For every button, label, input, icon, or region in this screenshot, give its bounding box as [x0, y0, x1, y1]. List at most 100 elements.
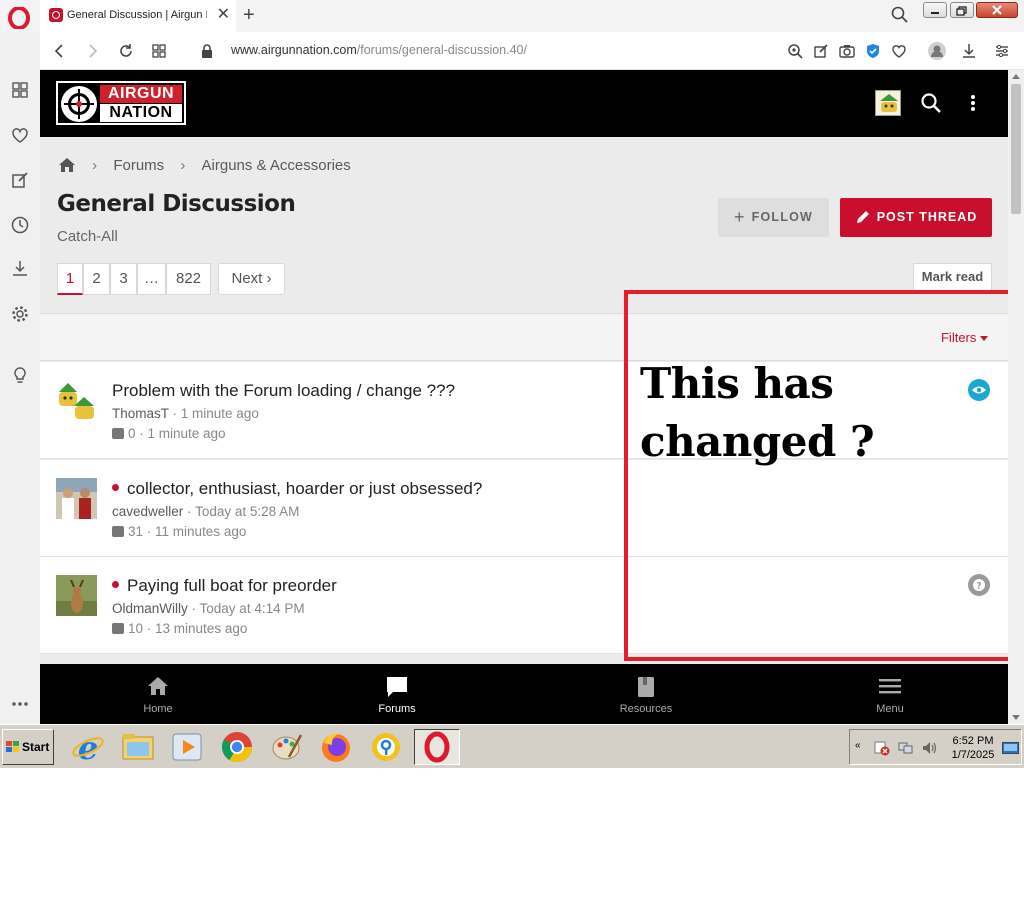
network-icon[interactable]	[898, 740, 914, 756]
tips-lightbulb-icon[interactable]	[10, 365, 30, 385]
scroll-thumb[interactable]	[1011, 84, 1021, 214]
site-logo[interactable]: AIRGUN NATION	[56, 81, 186, 125]
user-avatar[interactable]	[875, 90, 901, 116]
heart-icon[interactable]	[890, 42, 908, 60]
keepass-icon[interactable]	[368, 729, 404, 765]
internet-explorer-icon[interactable]: e	[70, 729, 106, 765]
opera-logo-icon[interactable]	[8, 7, 30, 29]
media-player-icon[interactable]	[169, 729, 205, 765]
next-page-button[interactable]: Next ›	[218, 263, 285, 295]
thread-last-post-time[interactable]: 1 minute ago	[148, 426, 226, 441]
tab-search-icon[interactable]	[890, 5, 910, 25]
mark-read-button[interactable]: Mark read	[913, 263, 992, 291]
breadcrumb-forums-link[interactable]: Forums	[113, 157, 164, 174]
window-restore-button[interactable]	[950, 2, 974, 18]
thread-title-link[interactable]: Paying full boat for preorder	[112, 576, 337, 596]
downloads-icon[interactable]	[10, 258, 30, 278]
bottom-nav-menu[interactable]: Menu	[830, 664, 950, 724]
thread-title-link[interactable]: collector, enthusiast, hoarder or just o…	[112, 479, 482, 499]
logo-text-bottom: NATION	[100, 104, 182, 122]
pinboard-icon[interactable]	[10, 170, 30, 190]
forward-icon[interactable]	[83, 42, 101, 60]
thread-last-post-time[interactable]: 13 minutes ago	[155, 621, 247, 636]
site-more-menu-icon[interactable]	[964, 92, 982, 114]
clock-date[interactable]: 1/7/2025	[950, 749, 996, 761]
shield-icon[interactable]	[864, 42, 882, 60]
thread-title-text: Paying full boat for preorder	[127, 576, 337, 595]
lock-icon[interactable]	[198, 42, 216, 60]
url-field[interactable]: www.airgunnation.com/forums/general-disc…	[231, 43, 527, 57]
thread-reply-count: 0	[128, 426, 136, 441]
speed-dial-icon[interactable]	[10, 80, 30, 100]
page-link-2[interactable]: 2	[83, 263, 110, 295]
follow-button[interactable]: + FOLLOW	[718, 198, 829, 237]
thread-reply-count: 10	[128, 621, 144, 636]
bookmarks-heart-icon[interactable]	[10, 125, 30, 145]
page-scrollbar[interactable]	[1008, 70, 1024, 724]
edit-icon[interactable]	[812, 42, 830, 60]
bottom-nav-resources[interactable]: Resources	[586, 664, 706, 724]
thread-author-link[interactable]: OldmanWilly	[112, 601, 188, 616]
thread-meta: cavedweller · Today at 5:28 AM	[112, 504, 300, 519]
chat-icon	[387, 677, 407, 697]
file-explorer-icon[interactable]	[120, 729, 156, 765]
window-minimize-button[interactable]	[923, 2, 947, 18]
thread-meta: OldmanWilly · Today at 4:14 PM	[112, 601, 305, 616]
taskbar-opera-button[interactable]	[414, 729, 460, 765]
thread-title-link[interactable]: Problem with the Forum loading / change …	[112, 381, 455, 401]
clock-time[interactable]: 6:52 PM	[952, 735, 994, 747]
post-thread-button[interactable]: POST THREAD	[840, 198, 992, 237]
settings-gear-icon[interactable]	[10, 304, 30, 324]
thread-author-avatar[interactable]	[56, 478, 97, 519]
bottom-nav-home[interactable]: Home	[98, 664, 218, 724]
thread-author-link[interactable]: cavedweller	[112, 504, 183, 519]
breadcrumb-home-icon[interactable]	[58, 157, 76, 173]
scroll-up-arrow-icon[interactable]	[1012, 74, 1020, 79]
browser-sidebar	[0, 32, 40, 724]
tab-close-icon[interactable]: ✕	[217, 6, 230, 24]
page-link-last[interactable]: 822	[166, 263, 211, 295]
url-path: /forums/general-discussion.40/	[356, 43, 527, 57]
download-icon[interactable]	[960, 42, 978, 60]
camera-icon[interactable]	[838, 42, 856, 60]
zoom-icon[interactable]	[786, 42, 804, 60]
site-search-icon[interactable]	[920, 92, 942, 114]
thread-stats: 10 · 13 minutes ago	[112, 621, 247, 636]
firefox-icon[interactable]	[318, 729, 354, 765]
thread-author-avatar[interactable]	[56, 575, 97, 616]
tab-title: General Discussion | Airgun N	[67, 9, 207, 21]
start-button[interactable]: Start	[2, 729, 54, 765]
easy-setup-icon[interactable]	[993, 42, 1011, 60]
windows-flag-icon	[6, 741, 19, 752]
browser-tab[interactable]: General Discussion | Airgun N ✕	[40, 0, 236, 32]
annotation-highlight-box	[624, 290, 1008, 661]
bottom-nav-forums[interactable]: Forums	[337, 664, 457, 724]
reload-icon[interactable]	[117, 42, 135, 60]
show-desktop-icon[interactable]	[1002, 742, 1019, 755]
paint-icon[interactable]	[269, 729, 305, 765]
thread-stats: 31 · 11 minutes ago	[112, 524, 246, 539]
back-icon[interactable]	[51, 42, 69, 60]
tray-expand-icon[interactable]: «	[855, 740, 861, 751]
hamburger-icon	[879, 679, 901, 694]
thread-start-date: Today at 5:28 AM	[195, 504, 300, 519]
breadcrumb-separator: ›	[92, 156, 98, 174]
thread-author-avatar[interactable]	[56, 380, 97, 421]
tab-grid-icon[interactable]	[150, 42, 168, 60]
page-link-3[interactable]: 3	[110, 263, 137, 295]
profile-icon[interactable]	[927, 41, 947, 61]
new-tab-button[interactable]: +	[243, 3, 255, 27]
security-alert-icon[interactable]	[874, 740, 890, 756]
page-jump-ellipsis[interactable]: …	[137, 263, 166, 295]
page-link-1[interactable]: 1	[57, 263, 83, 295]
chrome-icon[interactable]	[219, 729, 255, 765]
more-dots-icon[interactable]	[10, 694, 30, 714]
history-clock-icon[interactable]	[10, 215, 30, 235]
post-thread-label: POST THREAD	[876, 210, 978, 224]
volume-icon[interactable]	[921, 740, 939, 756]
window-close-button[interactable]	[976, 2, 1018, 18]
thread-author-link[interactable]: ThomasT	[112, 406, 169, 421]
scroll-down-arrow-icon[interactable]	[1012, 715, 1020, 720]
breadcrumb-category-link[interactable]: Airguns & Accessories	[202, 157, 351, 174]
thread-last-post-time[interactable]: 11 minutes ago	[155, 524, 246, 539]
